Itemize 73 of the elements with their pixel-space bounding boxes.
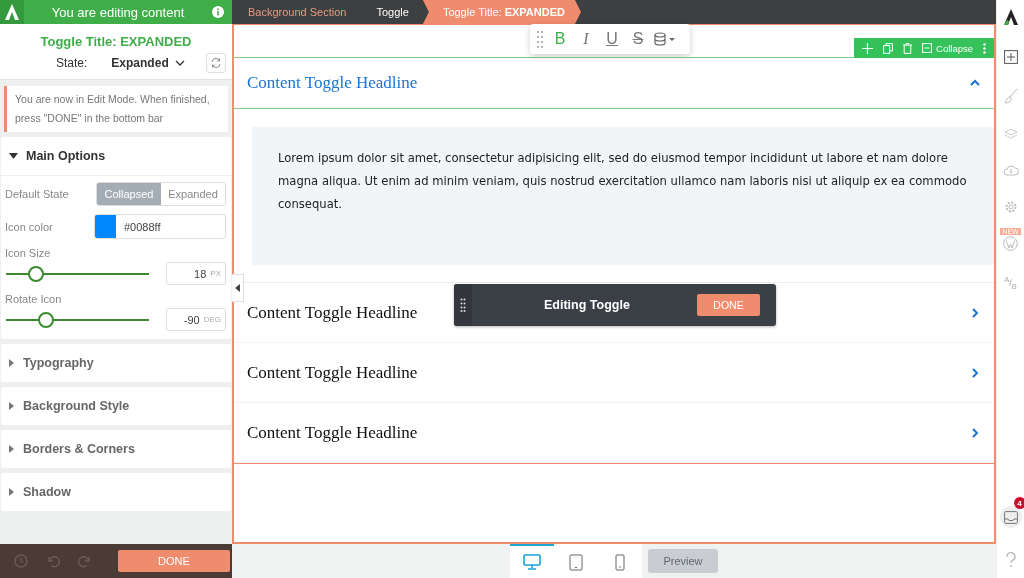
help-icon[interactable] [1004,552,1017,568]
caret-down-icon [9,153,18,159]
italic-button[interactable]: I [576,30,596,48]
caret-right-icon [9,402,15,410]
number-input[interactable]: -90 DEG [166,308,226,331]
section-header[interactable]: Background Style [1,387,231,425]
drag-handle-icon[interactable] [536,30,544,48]
slider-handle[interactable] [28,265,44,282]
element-title: Toggle Title: EXPANDED [40,34,192,49]
chevron-icon[interactable] [970,307,980,318]
collapse-icon [922,43,933,53]
field-label: Icon color [5,220,53,233]
field-label: Rotate Icon [5,293,63,305]
preview-button[interactable]: Preview [648,549,718,573]
caret-right-icon [9,359,15,367]
more-icon[interactable] [983,42,986,54]
sync-icon [210,57,222,69]
color-input[interactable]: #0088ff [116,220,161,233]
drag-handle-icon[interactable] [460,298,466,312]
desktop-icon [523,554,541,570]
add-icon[interactable] [1003,50,1018,64]
section-header[interactable]: Typography [1,344,231,382]
wordpress-icon[interactable] [1003,236,1018,251]
cloud-icon[interactable] [1002,164,1019,176]
settings-icon[interactable] [1003,200,1018,214]
redo-icon[interactable] [78,554,92,568]
chevron-icon[interactable] [970,427,980,438]
caret-right-icon [9,488,15,496]
body-text: Lorem ipsum dolor sit amet, consectetur adipisicing elit, sed do eiusmod tempor incididunt ut labore et nam dolore magna aliqua. Ut enim ad minim veniam, quis nostrud exercitation ullamco nam laboris nisi ut aliquip ex ea commodo consequat. [278,150,968,213]
toggle-headline[interactable]: Content Toggle Headline [247,422,418,443]
collapse-panel-handle[interactable] [232,274,244,302]
toggle-headline[interactable]: Content Toggle Headline [247,302,418,323]
section-header[interactable]: Borders & Corners [1,430,231,468]
history-icon[interactable] [14,554,28,568]
state-dropdown[interactable]: Expanded [111,56,185,70]
edit-mode-notice: You are now in Edit Mode. When finished, press "DONE" in the bottom bar [4,86,228,132]
ab-test-icon[interactable]: $^{A}$/$_{B}$ [1004,275,1017,291]
strike-button[interactable]: S [628,30,648,48]
chevron-icon[interactable] [970,78,980,88]
toggle-headline[interactable]: Content Toggle Headline [247,362,418,383]
duplicate-icon[interactable] [883,42,894,54]
section-header[interactable]: Shadow [1,473,231,511]
number-input[interactable]: 18 PX [166,262,226,285]
editing-title: Editing Toggle [544,298,630,312]
color-swatch[interactable] [95,215,116,238]
breadcrumb[interactable]: Background Section [232,0,361,24]
bold-button[interactable]: B [550,30,570,48]
move-icon[interactable] [862,42,874,54]
slider-handle[interactable] [38,311,55,328]
field-label: Icon Size [5,247,52,259]
inbox-button[interactable] [999,506,1022,528]
trash-icon[interactable] [903,42,913,54]
breadcrumb[interactable]: Toggle [360,0,423,24]
section-header[interactable]: Main Options [1,137,231,175]
caret-right-icon [9,445,15,453]
notification-badge: 4 [1013,497,1024,509]
inbox-icon [1003,510,1018,524]
toggle-headline[interactable]: Content Toggle Headline [247,73,418,93]
sync-button[interactable] [206,53,226,73]
header-text: You are editing content [50,4,186,20]
chevron-down-icon [174,60,185,66]
brush-icon[interactable] [1003,88,1018,104]
phone-icon [615,553,625,571]
layers-icon[interactable] [1003,128,1018,140]
field-label: Default State [5,188,69,200]
tablet-icon [569,553,583,571]
info-icon[interactable] [212,6,224,18]
logo-icon [4,3,20,21]
underline-button[interactable]: U [602,30,622,48]
chevron-icon[interactable] [970,367,980,378]
logo-icon[interactable] [1002,8,1019,26]
state-label: State: [56,56,88,70]
undo-icon[interactable] [46,554,60,568]
